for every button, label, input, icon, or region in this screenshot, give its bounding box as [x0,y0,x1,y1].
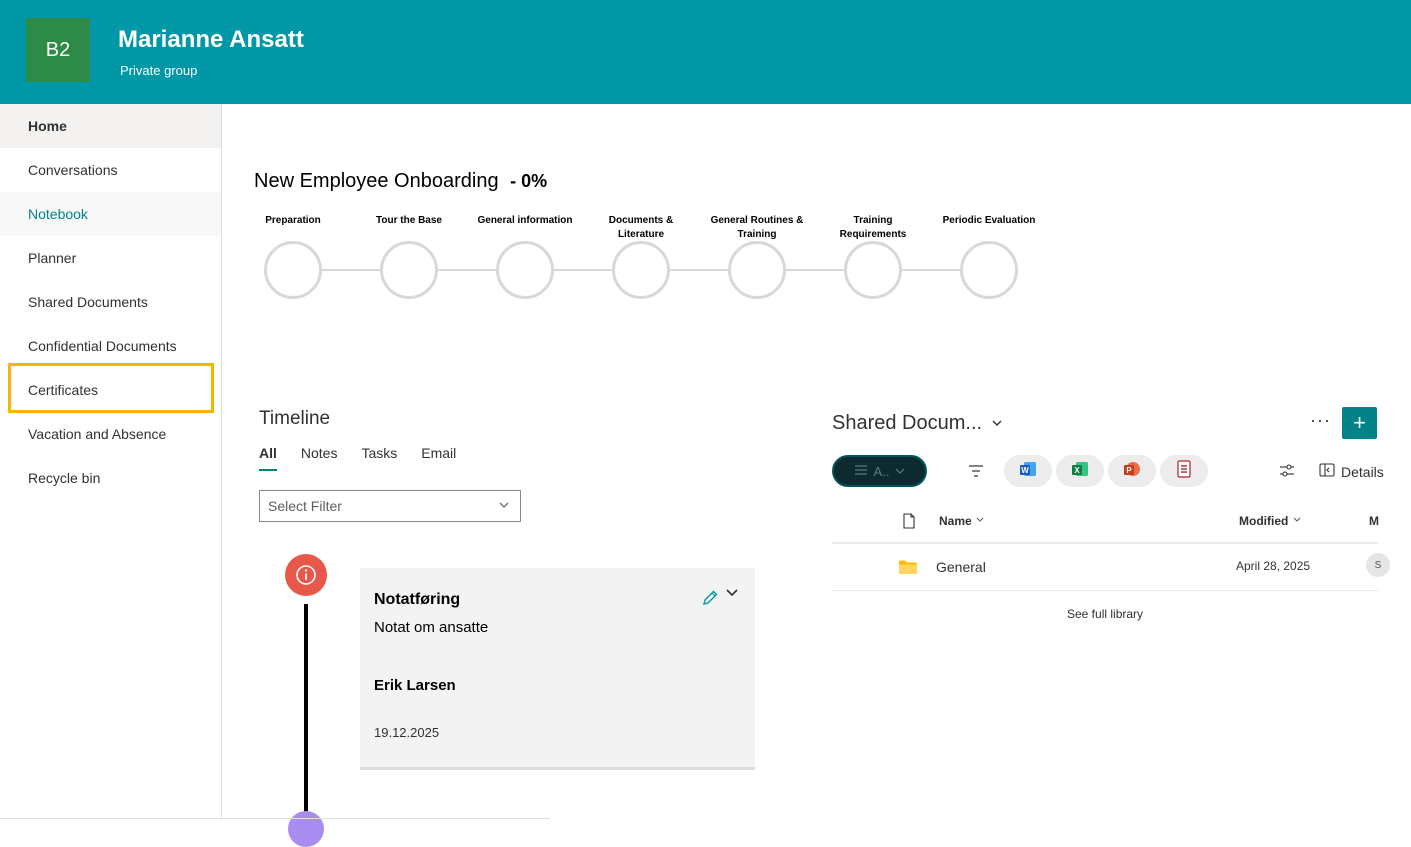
header-divider [832,542,1378,544]
step-connector [322,269,380,271]
documents-library-title[interactable]: Shared Docum... [832,412,1003,435]
chevron-down-icon [498,499,510,514]
details-label: Details [1341,463,1384,480]
step-connector [554,269,612,271]
step-connector [902,269,960,271]
step-label-general-routines: General Routines & Training [710,215,804,240]
view-settings-icon[interactable] [1278,462,1296,480]
main-content: New Employee Onboarding - 0% Preparation… [222,104,1411,847]
note-date: 19.12.2025 [374,725,440,740]
timeline-line [304,604,308,814]
onboarding-progress: Preparation Tour the Base General inform… [264,212,1035,312]
word-icon: W [1019,460,1037,483]
filter-icon[interactable] [967,462,985,480]
see-full-library-link[interactable]: See full library [1067,607,1143,621]
name-column-header[interactable]: Name [939,514,985,528]
nav-item-certificates[interactable]: Certificates [0,368,221,412]
modified-by-column-header[interactable]: M [1369,514,1379,528]
form-icon [1176,459,1192,483]
nav-item-planner[interactable]: Planner [0,236,221,280]
step-circle-documents-literature[interactable] [612,241,670,299]
step-circle-general-information[interactable] [496,241,554,299]
avatar[interactable]: S [1366,553,1390,577]
folder-icon [898,559,918,575]
chevron-down-icon [1292,514,1302,528]
chevron-down-icon [895,464,905,479]
left-navigation: Home Conversations Notebook Planner Shar… [0,104,222,819]
svg-text:W: W [1021,466,1029,475]
step-label-training-requirements: Training Requirements [839,215,907,240]
site-privacy-label: Private group [120,63,198,78]
nav-item-shared-documents[interactable]: Shared Documents [0,280,221,324]
onboarding-percent: - 0% [510,171,548,191]
add-new-button[interactable]: + [1342,407,1377,439]
new-powerpoint-button[interactable]: P [1108,455,1156,487]
tab-notes[interactable]: Notes [301,444,338,471]
name-column-label: Name [939,514,972,528]
site-header: B2 Marianne Ansatt Private group [0,0,1411,104]
list-view-icon [854,464,868,479]
nav-item-home[interactable]: Home [0,104,221,148]
modified-column-label: Modified [1239,514,1289,528]
timeline-note-card[interactable]: Notatføring Notat om ansatte Erik Larsen… [360,568,755,770]
timeline-event-icon [288,811,324,847]
step-connector [438,269,496,271]
excel-icon: X [1071,460,1089,483]
filter-placeholder: Select Filter [268,498,342,514]
step-circle-training-requirements[interactable] [844,241,902,299]
modified-column-header[interactable]: Modified [1239,514,1302,528]
timeline-filter-dropdown[interactable]: Select Filter [259,490,521,522]
nav-item-conversations[interactable]: Conversations [0,148,221,192]
chevron-down-icon[interactable] [724,584,740,600]
note-title: Notatføring [374,591,461,608]
nav-item-recycle-bin[interactable]: Recycle bin [0,456,221,500]
step-circle-periodic-evaluation[interactable] [960,241,1018,299]
chevron-down-icon [975,514,985,528]
svg-text:X: X [1074,466,1080,475]
more-options-button[interactable]: ··· [1310,410,1331,431]
view-selector-button[interactable]: A.. [832,455,927,487]
new-word-doc-button[interactable]: W [1004,455,1052,487]
file-type-column-icon [902,513,916,532]
step-circle-preparation[interactable] [264,241,322,299]
info-icon [285,554,327,596]
svg-text:P: P [1126,466,1132,475]
nav-item-confidential-documents[interactable]: Confidential Documents [0,324,221,368]
step-label-general-information: General information [477,215,573,226]
step-label-documents-literature: Documents & Literature [608,215,674,240]
tab-email[interactable]: Email [421,444,456,471]
onboarding-title: New Employee Onboarding - 0% [254,170,547,193]
note-author: Erik Larsen [374,677,456,694]
details-pane-icon [1319,463,1335,480]
chevron-down-icon [988,418,1003,432]
tab-all[interactable]: All [259,444,277,471]
step-connector [670,269,728,271]
onboarding-title-text: New Employee Onboarding [254,170,499,192]
step-label-tour-the-base: Tour the Base [376,215,442,226]
timeline-tabs: All Notes Tasks Email [259,444,480,471]
tab-tasks[interactable]: Tasks [361,444,397,471]
step-circle-tour-the-base[interactable] [380,241,438,299]
site-title[interactable]: Marianne Ansatt [118,26,304,54]
edit-pencil-icon[interactable] [700,588,720,608]
note-subtitle: Notat om ansatte [374,619,489,636]
view-label: A.. [873,463,890,479]
new-form-button[interactable] [1160,455,1208,487]
documents-title-text: Shared Docum... [832,412,983,434]
nav-item-vacation-and-absence[interactable]: Vacation and Absence [0,412,221,456]
row-divider [832,590,1378,591]
file-row-name[interactable]: General [936,559,986,575]
site-logo[interactable]: B2 [26,18,90,82]
step-connector [786,269,844,271]
timeline-title: Timeline [259,408,331,429]
powerpoint-icon: P [1123,460,1141,483]
step-label-preparation: Preparation [265,215,321,226]
nav-item-notebook[interactable]: Notebook [0,192,221,236]
step-label-periodic-evaluation: Periodic Evaluation [942,215,1036,226]
details-pane-button[interactable]: Details [1319,463,1384,480]
step-circle-general-routines[interactable] [728,241,786,299]
file-row-modified: April 28, 2025 [1236,559,1311,573]
new-excel-button[interactable]: X [1056,455,1104,487]
